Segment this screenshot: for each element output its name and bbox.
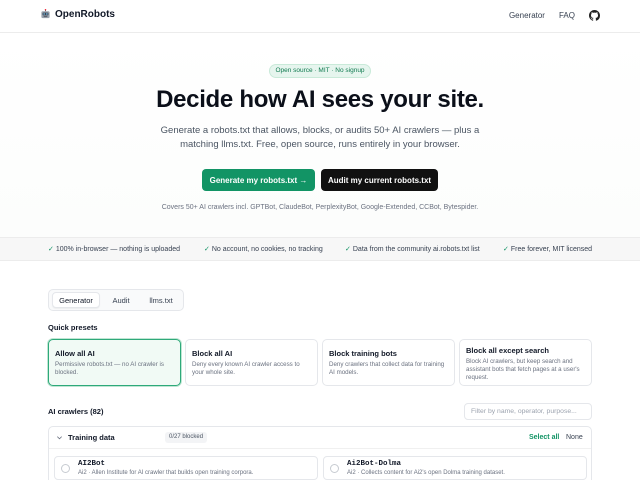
feature-item: ✓ No account, no cookies, no tracking [204,245,323,253]
page-title: Decide how AI sees your site. [156,86,484,113]
preset-desc: Block AI crawlers, but keep search and a… [466,358,580,381]
preset-title: Block all except search [466,346,549,355]
crawler-item[interactable]: AI2Bot Ai2 · Allen Institute for AI craw… [54,456,318,480]
check-icon: ✓ [48,246,54,253]
brand[interactable]: OpenRobots [40,9,115,20]
github-icon[interactable] [589,10,600,21]
crawler-filter-input[interactable] [464,403,592,420]
feature-text: Free forever, MIT licensed [510,246,593,253]
preset-block-all[interactable]: Block all AI Deny every known AI crawler… [185,339,318,386]
robot-icon [41,9,50,19]
nav-faq[interactable]: FAQ [559,11,575,20]
feature-text: Data from the community ai.robots.txt li… [352,246,480,253]
feature-item: ✓ Free forever, MIT licensed [503,245,592,253]
tab-audit[interactable]: Audit [102,292,140,308]
crawler-desc: Ai2 · Collects content for Ai2's open Do… [347,470,505,476]
feature-text: No account, no cookies, no tracking [211,246,323,253]
preset-allow-all[interactable]: Allow all AI Permissive robots.txt — no … [48,339,181,386]
license-pill: Open source · MIT · No signup [269,64,371,78]
crawler-name: Ai2Bot-Dolma [347,460,402,468]
preset-block-except-search[interactable]: Block all except search Block AI crawler… [459,339,592,386]
crawlers-label: AI crawlers (82) [48,407,104,416]
preset-desc: Deny crawlers that collect data for trai… [329,361,445,376]
check-icon: ✓ [204,246,210,253]
preset-title: Block training bots [329,349,397,358]
crawler-checkbox[interactable] [330,464,339,473]
training-data-group: Training data 0/27 blocked Select all No… [48,426,592,480]
covers-note: Covers 50+ AI crawlers incl. GPTBot, Cla… [161,204,479,211]
tab-llms[interactable]: llms.txt [142,292,180,308]
group-header[interactable]: Training data 0/27 blocked Select all No… [49,427,591,449]
chevron-down-icon[interactable] [56,434,63,441]
feature-item: ✓ Data from the community ai.robots.txt l… [345,245,480,253]
hero-subtitle-line-2: matching llms.txt. Free, open source, ru… [180,139,460,150]
select-none-button[interactable]: None [566,434,583,441]
group-title: Training data [68,433,115,442]
preset-desc: Permissive robots.txt — no AI crawler is… [55,361,164,376]
preset-block-training[interactable]: Block training bots Deny crawlers that c… [322,339,455,386]
crawler-name: AI2Bot [78,460,106,468]
preset-title: Allow all AI [55,349,95,358]
hero-subtitle-line-1: Generate a robots.txt that allows, block… [160,125,480,136]
top-bar: OpenRobots Generator FAQ [0,0,640,33]
top-nav: Generator FAQ [509,10,600,21]
feature-strip: ✓ 100% in-browser — nothing is uploaded ✓… [0,237,640,261]
check-icon: ✓ [503,246,509,253]
brand-name: OpenRobots [55,9,115,20]
nav-generator[interactable]: Generator [509,11,545,20]
hero-subtitle: Generate a robots.txt that allows, block… [150,124,490,152]
crawler-item[interactable]: Ai2Bot-Dolma Ai2 · Collects content for … [323,456,587,480]
select-all-button[interactable]: Select all [529,434,559,441]
feature-text: 100% in-browser — nothing is uploaded [55,246,181,253]
check-icon: ✓ [345,246,351,253]
generate-button[interactable]: Generate my robots.txt → [202,169,315,191]
presets-label: Quick presets [48,323,98,332]
mode-tabs: Generator Audit llms.txt [48,289,184,311]
blocked-count-badge: 0/27 blocked [165,432,208,443]
feature-item: ✓ 100% in-browser — nothing is uploaded [48,245,180,253]
crawler-checkbox[interactable] [61,464,70,473]
audit-button[interactable]: Audit my current robots.txt [321,169,438,191]
preset-title: Block all AI [192,349,233,358]
crawler-desc: Ai2 · Allen Institute for AI crawler tha… [78,470,254,476]
tab-generator[interactable]: Generator [52,292,100,308]
preset-desc: Deny every known AI crawler access to yo… [192,361,300,376]
